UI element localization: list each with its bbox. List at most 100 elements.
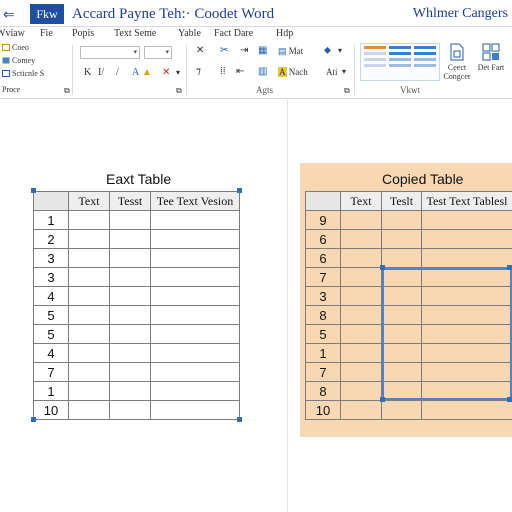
selection-handle[interactable] [507, 397, 512, 402]
clipboard-comey[interactable]: Comey [2, 56, 35, 65]
table-cell[interactable] [381, 229, 422, 249]
back-arrow-icon[interactable]: ⇐ [3, 6, 21, 22]
cut-button[interactable]: ✕ [196, 45, 204, 57]
column-header[interactable]: Text [68, 191, 110, 211]
resize-handle[interactable] [31, 417, 36, 422]
table-cell[interactable] [340, 248, 382, 268]
row-number-cell[interactable]: 7 [33, 362, 69, 382]
table-cell[interactable] [150, 400, 240, 420]
table-cell[interactable] [109, 229, 151, 249]
resize-handle[interactable] [31, 188, 36, 193]
row-number-cell[interactable]: 1 [33, 381, 69, 401]
table-cell[interactable] [68, 229, 110, 249]
select-congcer-button[interactable]: Ceect Congcer [440, 43, 474, 81]
row-number-cell[interactable]: 3 [305, 286, 341, 306]
ati-dropdown[interactable]: Ati [326, 66, 338, 78]
italic-button[interactable]: I/ [98, 67, 104, 79]
column-header[interactable]: Text [340, 191, 382, 211]
mat-button[interactable]: ▤ Mat [278, 45, 303, 57]
fill-dropdown-icon[interactable]: ▾ [338, 45, 342, 57]
column-header[interactable]: Teslt [381, 191, 422, 211]
row-number-cell[interactable]: 4 [33, 343, 69, 363]
table-cell[interactable] [109, 248, 151, 268]
font-name-dropdown[interactable]: ▾ [80, 46, 140, 59]
table-cell[interactable] [150, 362, 240, 382]
table-cell[interactable] [340, 324, 382, 344]
table-style-option[interactable] [414, 46, 436, 78]
table-icon[interactable]: ▦ [258, 45, 267, 57]
table-cell[interactable] [340, 381, 382, 401]
selection-handle[interactable] [507, 265, 512, 270]
menu-item-view[interactable]: Wviaw [0, 27, 25, 41]
selection-handle[interactable] [380, 397, 385, 402]
clipboard-copy[interactable]: Coeo [2, 43, 29, 52]
menu-item-text-seme[interactable]: Text Seme [114, 27, 156, 41]
table-cell[interactable] [421, 248, 512, 268]
selection-handle[interactable] [380, 265, 385, 270]
row-number-cell[interactable]: 8 [305, 381, 341, 401]
det-fart-button[interactable]: Det Fart [474, 43, 508, 72]
table-cell[interactable] [340, 305, 382, 325]
row-number-cell[interactable]: 6 [305, 248, 341, 268]
table-cell[interactable] [340, 362, 382, 382]
table-cell[interactable] [150, 286, 240, 306]
table-cell[interactable] [340, 343, 382, 363]
menu-item-popis[interactable]: Popis [72, 27, 94, 41]
edit-table[interactable]: Text Tesst Tee Text Vesion 1 2 3 3 4 5 5 4 7 1 10 [33, 191, 240, 420]
row-number-cell[interactable]: 10 [33, 400, 69, 420]
table-cell[interactable] [150, 210, 240, 230]
columns-icon[interactable]: ▥ [258, 66, 267, 78]
slash-button[interactable]: / [116, 67, 119, 79]
clipboard-launcher-icon[interactable]: ⧉ [64, 85, 70, 97]
clear-format-button[interactable]: ✕ [162, 67, 170, 79]
font-launcher-icon[interactable]: ⧉ [176, 85, 182, 97]
row-number-cell[interactable]: 5 [33, 324, 69, 344]
ati-chevron-icon[interactable]: ▾ [342, 66, 346, 78]
align-icon[interactable]: ⇥ [240, 45, 248, 57]
table-cell[interactable] [68, 305, 110, 325]
clipboard-schedule[interactable]: Scticnle S [2, 69, 44, 78]
table-cell[interactable] [109, 324, 151, 344]
paragraph-launcher-icon[interactable]: ⧉ [344, 85, 350, 97]
row-number-cell[interactable]: 7 [305, 362, 341, 382]
row-number-cell[interactable]: 4 [33, 286, 69, 306]
row-number-cell[interactable]: 10 [305, 400, 341, 420]
row-number-cell[interactable]: 9 [305, 210, 341, 230]
table-cell[interactable] [421, 210, 512, 230]
menu-item-help[interactable]: Hdp [276, 27, 293, 41]
column-header[interactable]: Tesst [109, 191, 151, 211]
table-cell[interactable] [109, 400, 151, 420]
resize-handle[interactable] [237, 417, 242, 422]
table-cell[interactable] [340, 400, 382, 420]
table-cell[interactable] [109, 362, 151, 382]
font-size-dropdown[interactable]: ▾ [144, 46, 172, 59]
table-cell[interactable] [109, 210, 151, 230]
row-number-cell[interactable]: 3 [33, 248, 69, 268]
bullets-icon[interactable]: ⁞⁞ [220, 66, 226, 78]
table-cell[interactable] [109, 343, 151, 363]
menu-item-file[interactable]: Fie [40, 27, 53, 41]
table-cell[interactable] [68, 267, 110, 287]
table-cell[interactable] [68, 324, 110, 344]
table-cell[interactable] [150, 267, 240, 287]
column-header[interactable]: Tee Text Vesion [150, 191, 240, 211]
table-cell[interactable] [150, 248, 240, 268]
menu-item-fact-dare[interactable]: Fact Dare [214, 27, 253, 41]
table-cell[interactable] [150, 381, 240, 401]
table-cell[interactable] [340, 267, 382, 287]
table-style-option[interactable] [389, 46, 411, 78]
font-color-button[interactable]: A [132, 67, 139, 79]
table-cell[interactable] [109, 381, 151, 401]
table-style-option[interactable] [364, 46, 386, 78]
table-cell[interactable] [150, 324, 240, 344]
table-cell[interactable] [109, 286, 151, 306]
row-number-cell[interactable]: 2 [33, 229, 69, 249]
more-options-icon[interactable]: ▾ [176, 67, 180, 79]
cell-selection[interactable] [382, 268, 512, 400]
resize-handle[interactable] [237, 188, 242, 193]
row-number-cell[interactable]: 1 [33, 210, 69, 230]
menu-item-table[interactable]: Yable [178, 27, 201, 41]
table-cell[interactable] [109, 305, 151, 325]
row-number-cell[interactable]: 5 [33, 305, 69, 325]
table-cell[interactable] [340, 210, 382, 230]
